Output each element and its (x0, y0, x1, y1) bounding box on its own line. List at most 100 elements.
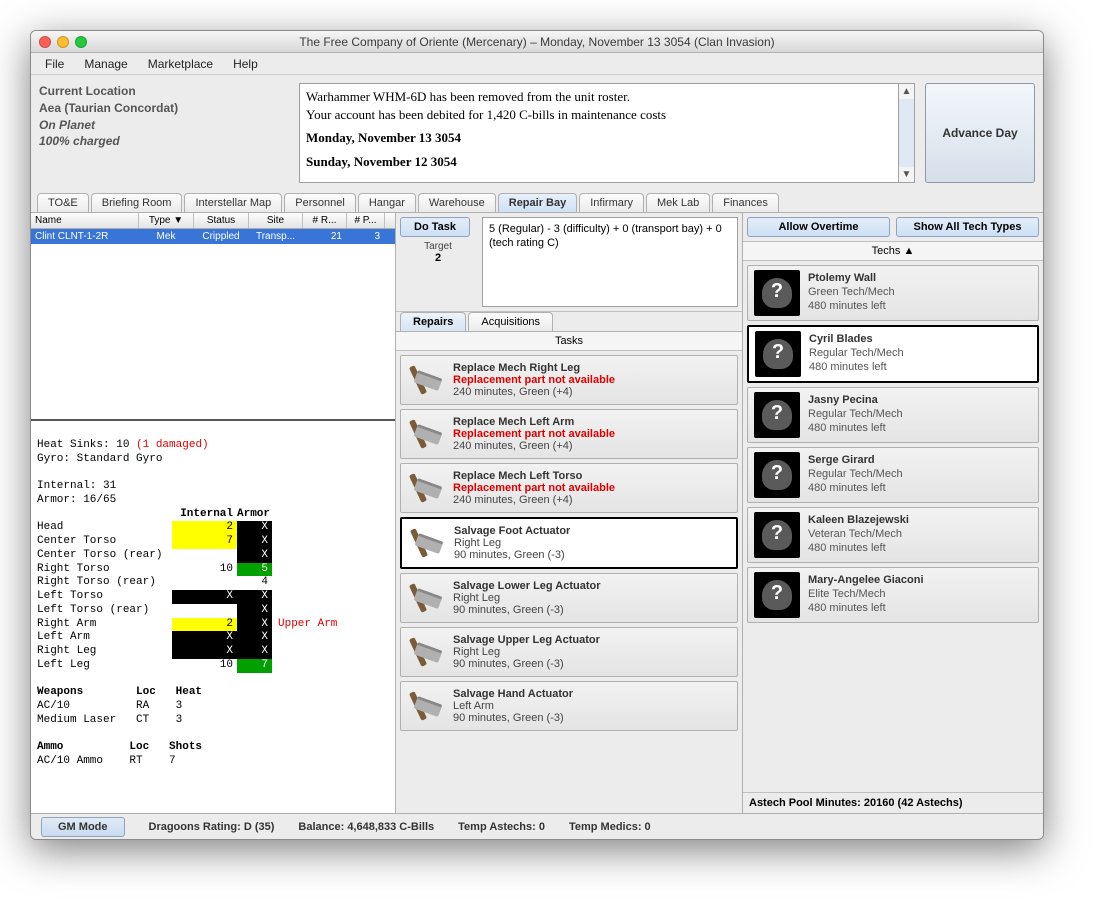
temp-medics: Temp Medics: 0 (569, 821, 651, 833)
balance-label: Balance: 4,648,833 C-Bills (298, 821, 434, 833)
wrench-hammer-icon (410, 525, 446, 561)
subtab-repairs[interactable]: Repairs (400, 312, 466, 331)
task-card[interactable]: Replace Mech Left TorsoReplacement part … (400, 463, 738, 513)
units-header: Name Type ▼ Status Site # R... # P... (31, 213, 395, 229)
task-top: Do Task Target 2 5 (Regular) - 3 (diffic… (396, 213, 742, 312)
tab-to-e[interactable]: TO&E (37, 193, 89, 212)
menu-manage[interactable]: Manage (76, 55, 135, 73)
menubar: File Manage Marketplace Help (31, 53, 1043, 75)
advance-day-button[interactable]: Advance Day (925, 83, 1035, 183)
armor-row: Right Arm2XUpper Arm (37, 618, 389, 632)
log-line: Warhammer WHM-6D has been removed from t… (306, 88, 892, 106)
log-line: Your account has been debited for 1,420 … (306, 106, 892, 124)
col-status[interactable]: Status (194, 213, 249, 228)
location-status: On Planet (39, 117, 289, 134)
location-block: Current Location Aea (Taurian Concordat)… (39, 83, 289, 183)
wrench-hammer-icon (409, 416, 445, 452)
col-repairs[interactable]: # R... (303, 213, 347, 228)
tab-briefing-room[interactable]: Briefing Room (91, 193, 183, 212)
avatar-unknown-icon (754, 270, 800, 316)
task-card[interactable]: Salvage Upper Leg ActuatorRight Leg90 mi… (400, 627, 738, 677)
window-title: The Free Company of Oriente (Mercenary) … (31, 35, 1043, 49)
scroll-up-icon[interactable]: ▲ (902, 84, 912, 99)
zoom-icon[interactable] (75, 36, 87, 48)
tasks-title: Tasks (396, 332, 742, 351)
right-top: Allow Overtime Show All Tech Types (743, 213, 1043, 242)
gm-mode-button[interactable]: GM Mode (41, 817, 125, 837)
target-label: Target (400, 241, 476, 252)
mid-tabs: RepairsAcquisitions (396, 312, 742, 332)
techs-header[interactable]: Techs ▲ (743, 242, 1043, 261)
main-tabs: TO&EBriefing RoomInterstellar MapPersonn… (31, 193, 1043, 213)
astech-pool: Astech Pool Minutes: 20160 (42 Astechs) (743, 792, 1043, 813)
do-task-button[interactable]: Do Task (400, 217, 470, 237)
wrench-hammer-icon (409, 688, 445, 724)
avatar-unknown-icon (754, 452, 800, 498)
tab-interstellar-map[interactable]: Interstellar Map (184, 193, 282, 212)
armor-row: Center Torso7X (37, 535, 389, 549)
unit-detail-pane[interactable]: Heat Sinks: 10 (1 damaged) Gyro: Standar… (31, 419, 395, 813)
task-card[interactable]: Salvage Lower Leg ActuatorRight Leg90 mi… (400, 573, 738, 623)
location-charge: 100% charged (39, 133, 289, 150)
tab-repair-bay[interactable]: Repair Bay (498, 193, 577, 212)
armor-row: Right Torso105 (37, 563, 389, 577)
col-units: Name Type ▼ Status Site # R... # P... Cl… (31, 213, 396, 813)
minimize-icon[interactable] (57, 36, 69, 48)
col-site[interactable]: Site (249, 213, 303, 228)
col-parts[interactable]: # P... (347, 213, 385, 228)
show-all-tech-button[interactable]: Show All Tech Types (896, 217, 1039, 237)
top-panel: Current Location Aea (Taurian Concordat)… (31, 75, 1043, 193)
tech-card[interactable]: Serge GirardRegular Tech/Mech480 minutes… (747, 447, 1039, 503)
task-card[interactable]: Replace Mech Right LegReplacement part n… (400, 355, 738, 405)
tab-hangar[interactable]: Hangar (358, 193, 416, 212)
wrench-hammer-icon (409, 362, 445, 398)
statusbar: GM Mode Dragoons Rating: D (35) Balance:… (31, 813, 1043, 839)
tab-finances[interactable]: Finances (712, 193, 779, 212)
temp-astechs: Temp Astechs: 0 (458, 821, 545, 833)
armor-row: Head2X (37, 521, 389, 535)
avatar-unknown-icon (754, 512, 800, 558)
allow-overtime-button[interactable]: Allow Overtime (747, 217, 890, 237)
armor-row: Right LegXX (37, 645, 389, 659)
log-scrollbar[interactable]: ▲ ▼ (899, 83, 915, 183)
tech-card[interactable]: Cyril BladesRegular Tech/Mech480 minutes… (747, 325, 1039, 383)
col-techs: Allow Overtime Show All Tech Types Techs… (743, 213, 1043, 813)
tab-mek-lab[interactable]: Mek Lab (646, 193, 710, 212)
task-card[interactable]: Salvage Foot ActuatorRight Leg90 minutes… (400, 517, 738, 569)
scroll-down-icon[interactable]: ▼ (902, 167, 912, 182)
log-date: Sunday, November 12 3054 (306, 153, 892, 171)
target-value: 2 (400, 252, 476, 264)
armor-row: Left Torso (rear)X (37, 604, 389, 618)
menu-help[interactable]: Help (225, 55, 266, 73)
col-type[interactable]: Type ▼ (139, 213, 194, 228)
location-label: Current Location (39, 83, 289, 100)
tech-list: Ptolemy WallGreen Tech/Mech480 minutes l… (743, 261, 1043, 792)
units-body: Clint CLNT-1-2R Mek Crippled Transp... 2… (31, 229, 395, 419)
col-name[interactable]: Name (31, 213, 139, 228)
menu-file[interactable]: File (37, 55, 72, 73)
unit-row[interactable]: Clint CLNT-1-2R Mek Crippled Transp... 2… (31, 229, 395, 244)
avatar-unknown-icon (755, 331, 801, 377)
armor-row: Left Leg107 (37, 659, 389, 673)
wrench-hammer-icon (409, 470, 445, 506)
menu-marketplace[interactable]: Marketplace (140, 55, 221, 73)
tech-card[interactable]: Kaleen BlazejewskiVeteran Tech/Mech480 m… (747, 507, 1039, 563)
wrench-hammer-icon (409, 580, 445, 616)
tech-card[interactable]: Ptolemy WallGreen Tech/Mech480 minutes l… (747, 265, 1039, 321)
close-icon[interactable] (39, 36, 51, 48)
event-log[interactable]: Warhammer WHM-6D has been removed from t… (299, 83, 899, 183)
tab-infirmary[interactable]: Infirmary (579, 193, 644, 212)
wrench-hammer-icon (409, 634, 445, 670)
task-card[interactable]: Salvage Hand ActuatorLeft Arm90 minutes,… (400, 681, 738, 731)
tech-card[interactable]: Mary-Angelee GiaconiElite Tech/Mech480 m… (747, 567, 1039, 623)
tab-personnel[interactable]: Personnel (284, 193, 356, 212)
scroll-track[interactable] (899, 99, 914, 167)
subtab-acquisitions[interactable]: Acquisitions (468, 312, 553, 331)
armor-row: Left ArmXX (37, 631, 389, 645)
task-card[interactable]: Replace Mech Left ArmReplacement part no… (400, 409, 738, 459)
tab-warehouse[interactable]: Warehouse (418, 193, 496, 212)
dragoons-rating: Dragoons Rating: D (35) (149, 821, 275, 833)
armor-row: Left TorsoXX (37, 590, 389, 604)
tech-card[interactable]: Jasny PecinaRegular Tech/Mech480 minutes… (747, 387, 1039, 443)
titlebar: The Free Company of Oriente (Mercenary) … (31, 31, 1043, 53)
